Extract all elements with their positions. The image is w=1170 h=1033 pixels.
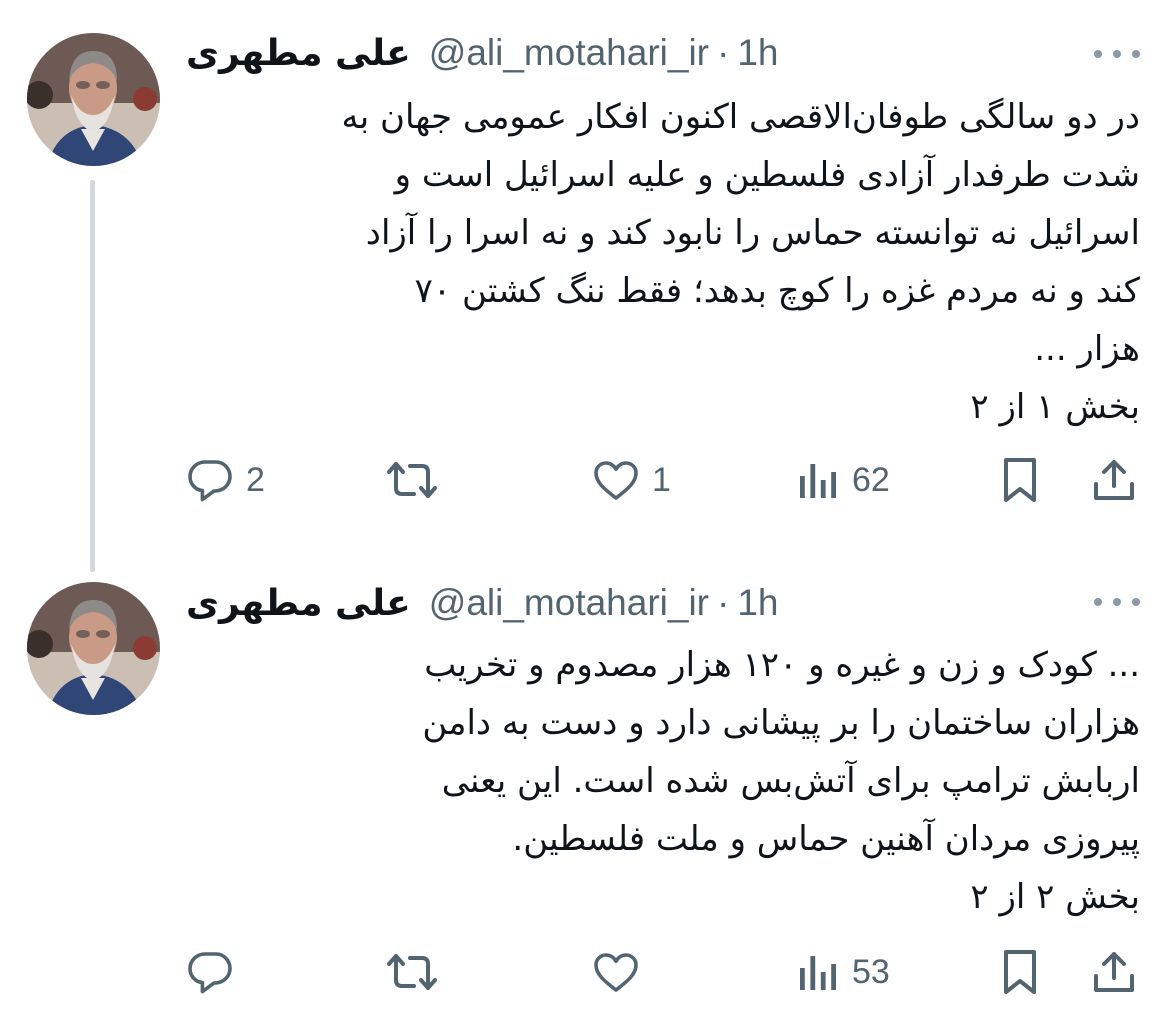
action-bar: 53 [0, 942, 1170, 1002]
share-icon [1094, 952, 1134, 992]
tweet-text-line: ... کودک و زن و غیره و ۱۲۰ هزار مصدوم و … [424, 645, 1140, 685]
views-icon [800, 464, 836, 498]
heart-icon [594, 953, 638, 992]
tweet-text-line: بخش ۱ از ۲ [970, 387, 1140, 427]
bookmark-button[interactable] [998, 942, 1042, 1002]
tweet-text-line: اسرائیل نه توانسته حماس را نابود کند و ن… [365, 213, 1140, 253]
timestamp[interactable]: 1h [737, 582, 778, 624]
avatar[interactable] [27, 582, 160, 715]
separator-dot: · [717, 582, 730, 623]
author-handle[interactable]: @ali_motahari_ir [429, 582, 709, 624]
author-name[interactable]: علی مطهری [186, 583, 411, 624]
tweet-header: علی مطهری @ali_motahari_ir · 1h [186, 578, 778, 628]
like-button[interactable] [592, 942, 652, 1002]
bookmark-button[interactable] [998, 450, 1042, 510]
timestamp[interactable]: 1h [737, 32, 778, 74]
like-count: 1 [652, 460, 671, 499]
tweet-text-line: شدت طرفدار آزادی فلسطین و علیه اسرائیل ا… [394, 155, 1140, 195]
tweet-text-line: بخش ۲ از ۲ [970, 877, 1140, 917]
tweet-header: علی مطهری @ali_motahari_ir · 1h [186, 28, 778, 78]
reply-icon [188, 460, 232, 502]
tweet-text-line: پیروزی مردان آهنین حماس و ملت فلسطین. [512, 819, 1140, 859]
heart-icon [594, 461, 638, 500]
bookmark-icon [1004, 458, 1036, 502]
action-bar: 2 1 62 [0, 450, 1170, 510]
views-button[interactable]: 62 [796, 450, 890, 510]
retweet-icon [387, 954, 437, 990]
retweet-button[interactable] [386, 450, 450, 510]
share-icon [1094, 460, 1134, 500]
more-icon[interactable] [1094, 44, 1140, 64]
retweet-icon [387, 462, 437, 498]
reply-icon [188, 952, 232, 994]
author-name[interactable]: علی مطهری [186, 33, 411, 74]
reply-count: 2 [246, 460, 265, 499]
like-button[interactable]: 1 [592, 450, 671, 510]
view-count: 62 [852, 460, 890, 499]
reply-button[interactable]: 2 [186, 450, 265, 510]
tweet-2[interactable]: علی مطهری @ali_motahari_ir · 1h ... کودک… [0, 560, 1170, 1033]
views-button[interactable]: 53 [796, 942, 890, 1002]
separator-dot: · [717, 32, 730, 73]
share-button[interactable] [1090, 942, 1138, 1002]
tweet-text-line: اربابش ترامپ برای آتش‌بس شده است. این یع… [441, 761, 1140, 801]
tweet-text: ... کودک و زن و غیره و ۱۲۰ هزار مصدوم و … [260, 636, 1140, 926]
bookmark-icon [1004, 950, 1036, 994]
avatar[interactable] [27, 33, 160, 166]
avatar-photo [27, 582, 160, 715]
view-count: 53 [852, 952, 890, 991]
share-button[interactable] [1090, 450, 1138, 510]
tweet-text-line: هزار ... [1034, 329, 1140, 369]
tweet-1[interactable]: علی مطهری @ali_motahari_ir · 1h در دو سا… [0, 0, 1170, 572]
avatar-photo [27, 33, 160, 166]
views-icon [800, 956, 836, 990]
thread-connector-line [90, 180, 95, 572]
tweet-text-line: کند و نه مردم غزه را کوچ بدهد؛ فقط ننگ ک… [414, 271, 1140, 311]
author-handle[interactable]: @ali_motahari_ir [429, 32, 709, 74]
tweet-text: در دو سالگی طوفان‌الاقصی اکنون افکار عمو… [180, 88, 1140, 436]
more-icon[interactable] [1094, 592, 1140, 612]
retweet-button[interactable] [386, 942, 450, 1002]
tweet-text-line: هزاران ساختمان را بر پیشانی دارد و دست ب… [422, 703, 1140, 743]
tweet-text-line: در دو سالگی طوفان‌الاقصی اکنون افکار عمو… [341, 97, 1140, 137]
reply-button[interactable] [186, 942, 246, 1002]
